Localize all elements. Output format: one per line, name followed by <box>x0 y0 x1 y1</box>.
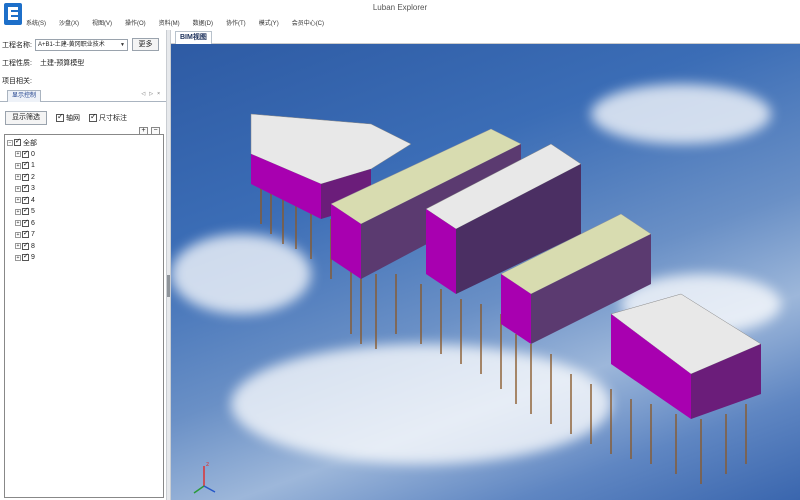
tree-item[interactable]: +0 <box>5 149 163 161</box>
dimension-label: 尺寸标注 <box>99 115 127 122</box>
checkbox-icon[interactable] <box>22 149 29 158</box>
menu-mode[interactable]: 模式(Y) <box>259 18 279 27</box>
menu-data[interactable]: 数据(D) <box>193 18 213 27</box>
filter-row: 显示筛选 轴网 尺寸标注 <box>5 111 127 125</box>
project-name-label: 工程名称: <box>2 41 32 49</box>
tree-root[interactable]: − 全部 <box>5 137 163 149</box>
menu-operation[interactable]: 操作(O) <box>125 18 146 27</box>
view-tabstrip: BIM视图 <box>171 30 800 44</box>
tree-item-label: 5 <box>31 208 35 216</box>
tree-item-label: 2 <box>31 173 35 181</box>
splitter-grip-icon[interactable] <box>167 275 170 297</box>
checkbox-icon[interactable] <box>22 206 29 216</box>
tree-item[interactable]: +2 <box>5 172 163 184</box>
axis-grid-label: 轴网 <box>66 115 80 122</box>
tree-item[interactable]: +3 <box>5 183 163 195</box>
project-name-row: 工程名称: A+B1-土建-黄冈职业技术 ▼ 更多 <box>2 38 159 51</box>
project-nature-row: 工程性质: 土建-预算模型 <box>2 58 84 68</box>
tree-item-label: 7 <box>31 231 35 239</box>
expand-icon[interactable]: + <box>15 174 21 181</box>
checkbox-icon[interactable] <box>22 172 29 181</box>
left-panel: 工程名称: A+B1-土建-黄冈职业技术 ▼ 更多 工程性质: 土建-预算模型 … <box>0 30 166 500</box>
tab-display-control[interactable]: 显示控制 <box>7 90 42 102</box>
building-model[interactable] <box>171 44 800 500</box>
expand-icon[interactable]: + <box>15 208 21 215</box>
expand-icon[interactable]: + <box>15 254 21 261</box>
checkbox-icon[interactable] <box>22 252 29 262</box>
menu-collaboration[interactable]: 协作(T) <box>226 18 246 27</box>
checkbox-icon[interactable] <box>22 160 29 170</box>
checkbox-icon[interactable] <box>14 137 21 147</box>
tree-item-label: 9 <box>31 254 35 262</box>
expand-icon[interactable]: + <box>15 197 21 204</box>
checkbox-icon[interactable] <box>22 183 29 193</box>
chevron-down-icon: ▼ <box>120 41 125 48</box>
floor-tree: − 全部 +0 +1 +2 +3 +4 +5 +6 +7 +8 +9 <box>4 134 164 498</box>
project-nature-label: 工程性质: <box>2 60 32 67</box>
tree-root-label: 全部 <box>23 139 37 147</box>
tree-item-label: 3 <box>31 185 35 193</box>
menu-sandbox[interactable]: 沙盘(X) <box>59 18 79 27</box>
project-select-value: A+B1-土建-黄冈职业技术 <box>37 41 105 48</box>
checkbox-icon[interactable] <box>22 195 29 204</box>
expand-icon[interactable]: + <box>15 243 21 250</box>
project-related-label: 项目相关: <box>2 78 32 85</box>
axis-gizmo-icon: z <box>193 461 216 494</box>
checkbox-icon[interactable] <box>22 218 29 227</box>
svg-text:z: z <box>206 461 209 468</box>
tab-next-icon[interactable]: ▷ <box>149 91 153 97</box>
checkbox-icon[interactable] <box>22 229 29 239</box>
building-blocks <box>250 113 762 419</box>
tree-item-label: 6 <box>31 219 35 227</box>
checkbox-icon <box>89 112 97 122</box>
menu-system[interactable]: 系统(S) <box>26 18 46 27</box>
project-select[interactable]: A+B1-土建-黄冈职业技术 ▼ <box>34 38 128 51</box>
collapse-icon[interactable]: − <box>7 139 13 146</box>
dimension-checkbox[interactable]: 尺寸标注 <box>89 112 127 123</box>
tab-prev-icon[interactable]: ◁ <box>141 91 145 97</box>
expand-icon[interactable]: + <box>15 231 21 238</box>
more-button[interactable]: 更多 <box>131 38 159 51</box>
tree-item[interactable]: +7 <box>5 229 163 241</box>
menu-materials[interactable]: 资料(M) <box>159 18 180 27</box>
tree-item[interactable]: +4 <box>5 195 163 207</box>
title-bar: Luban Explorer 系统(S) 沙盘(X) 视图(V) 操作(O) 资… <box>0 0 800 30</box>
menu-bar: 系统(S) 沙盘(X) 视图(V) 操作(O) 资料(M) 数据(D) 协作(T… <box>26 18 337 27</box>
project-nature-value: 土建-预算模型 <box>39 60 85 67</box>
tab-nav: ◁ ▷ × <box>141 91 160 97</box>
tree-item-label: 0 <box>31 150 35 158</box>
tree-item[interactable]: +8 <box>5 241 163 253</box>
tree-item-label: 8 <box>31 242 35 250</box>
menu-view[interactable]: 视图(V) <box>92 18 112 27</box>
tree-item-label: 4 <box>31 196 35 204</box>
tree-item[interactable]: +1 <box>5 160 163 172</box>
window-title: Luban Explorer <box>372 3 428 12</box>
checkbox-icon[interactable] <box>22 241 29 250</box>
panel-tabstrip: 显示控制 ◁ ▷ × <box>0 90 166 102</box>
checkbox-icon <box>56 112 64 122</box>
tree-item-label: 1 <box>31 162 35 170</box>
expand-icon[interactable]: + <box>15 162 21 169</box>
tree-item[interactable]: +5 <box>5 206 163 218</box>
tree-item[interactable]: +6 <box>5 218 163 230</box>
axis-grid-checkbox[interactable]: 轴网 <box>56 112 80 123</box>
tree-item[interactable]: +9 <box>5 252 163 264</box>
tab-bim-view[interactable]: BIM视图 <box>175 31 212 44</box>
expand-icon[interactable]: + <box>15 220 21 227</box>
display-filter-button[interactable]: 显示筛选 <box>5 111 47 125</box>
menu-member-center[interactable]: 会员中心(C) <box>292 18 324 27</box>
bim-viewport[interactable]: z <box>171 44 800 500</box>
expand-icon[interactable]: + <box>15 185 21 192</box>
tab-close-icon[interactable]: × <box>157 91 160 97</box>
expand-icon[interactable]: + <box>15 151 21 158</box>
